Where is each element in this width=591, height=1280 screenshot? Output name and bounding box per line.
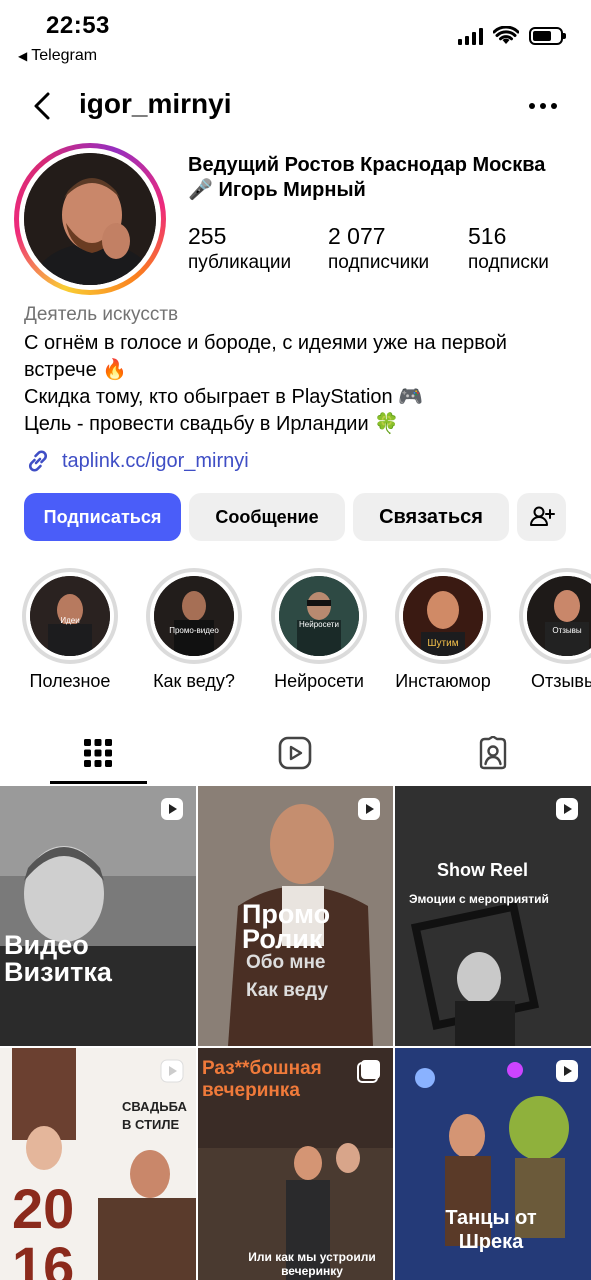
bio-line: Скидка тому, кто обыграет в PlayStation …: [24, 386, 424, 408]
profile-full-name: Ведущий Ростов Краснодар Москва 🎤 Игорь …: [188, 154, 546, 201]
post-thumbnail: [395, 786, 591, 1046]
stat-posts-value: 255: [188, 223, 227, 249]
highlight-cover-text: Нейросети: [299, 620, 339, 629]
carousel-badge-icon: [357, 1060, 380, 1083]
avatar-portrait-image: [24, 153, 156, 285]
post-thumbnail: [0, 786, 196, 1046]
profile-link-text: taplink.cc/igor_mirnyi: [62, 449, 249, 472]
bio-line: Цель - провести свадьбу в Ирландии 🍀: [24, 413, 400, 435]
tagged-icon: [479, 736, 507, 770]
stat-following[interactable]: 516 подписки: [468, 222, 591, 276]
reel-badge-icon: [556, 798, 578, 820]
post-title: Танцы от Шрека: [445, 1207, 537, 1253]
stat-posts-label: публикации: [188, 252, 292, 273]
post-subtitle: Эмоции с мероприятий: [409, 892, 549, 906]
highlight-label: Полезное: [29, 671, 111, 691]
more-options-icon[interactable]: [525, 94, 561, 118]
reel-badge-icon: [161, 798, 183, 820]
post-subtitle: Как веду: [246, 980, 329, 1001]
stat-following-label: подписки: [468, 252, 549, 273]
status-bar: 22:53 ◀ Telegram: [0, 0, 591, 76]
stat-followers[interactable]: 2 077 подписчики: [328, 222, 468, 276]
stat-followers-label: подписчики: [328, 252, 430, 273]
post-tile[interactable]: Show Reel Эмоции с мероприятий: [395, 786, 591, 1046]
profile-username: igor_mirnyi: [79, 88, 232, 119]
post-tile[interactable]: Раз**бошная вечеринка Или как мы устроил…: [198, 1048, 393, 1280]
stat-following-value: 516: [468, 223, 507, 249]
story-highlights: Идеи Полезное Промо-видео Как веду? Нейр…: [22, 568, 591, 698]
cellular-signal-icon: [458, 27, 483, 45]
highlight-cover: Нейросети: [279, 576, 359, 656]
grid-icon: [84, 739, 112, 767]
highlight-cover-text: Промо-видео: [169, 626, 219, 635]
post-tile[interactable]: Видео Визитка: [0, 786, 196, 1046]
post-subtitle: Обо мне: [246, 952, 326, 973]
profile-bio: С огнём в голосе и бороде, с идеями уже …: [24, 330, 574, 438]
avatar-story-ring[interactable]: [14, 143, 166, 295]
message-button[interactable]: Сообщение: [189, 493, 345, 541]
highlight-cover: Идеи: [30, 576, 110, 656]
highlight-cover: Промо-видео: [154, 576, 234, 656]
highlight-label: Отзывы: [531, 671, 591, 691]
profile-tabs: [0, 722, 591, 784]
highlight-neural[interactable]: Нейросети Нейросети: [271, 568, 367, 692]
avatar: [24, 153, 156, 285]
post-subtitle: Или как мы устроили вечеринку: [248, 1250, 376, 1278]
tab-posts-grid[interactable]: [50, 722, 146, 784]
tab-tagged[interactable]: [445, 722, 541, 784]
reel-badge-icon: [160, 1059, 184, 1083]
highlight-useful[interactable]: Идеи Полезное: [22, 568, 118, 692]
tab-reels[interactable]: [247, 722, 343, 784]
stat-posts[interactable]: 255 публикации: [188, 222, 328, 276]
highlight-label: Нейросети: [274, 671, 364, 691]
profile-stats: 255 публикации 2 077 подписчики 516 подп…: [188, 222, 591, 276]
highlight-how-i-host[interactable]: Промо-видео Как веду?: [146, 568, 242, 692]
post-title: Видео Визитка: [4, 930, 112, 987]
post-tile[interactable]: СВАДЬБА В СТИЛЕ 20 16: [0, 1048, 196, 1280]
back-triangle-icon: ◀: [18, 49, 28, 63]
suggested-users-button[interactable]: [517, 493, 566, 541]
profile-link[interactable]: taplink.cc/igor_mirnyi: [24, 447, 249, 475]
back-to-app-link[interactable]: ◀ Telegram: [18, 47, 97, 65]
post-title: 20 16: [12, 1177, 75, 1280]
posts-grid: Видео Визитка Промо Ролик Обо мне Как ве…: [0, 786, 591, 1280]
highlight-cover: Шутим: [403, 576, 483, 656]
reel-badge-icon: [358, 798, 380, 820]
back-app-label: Telegram: [31, 47, 98, 64]
contact-button[interactable]: Связаться: [353, 493, 509, 541]
status-time: 22:53: [46, 12, 110, 39]
reel-badge-icon: [556, 1060, 578, 1082]
link-icon: [28, 450, 48, 472]
post-subtitle: СВАДЬБА В СТИЛЕ: [122, 1099, 187, 1132]
profile-category: Деятель искусств: [24, 304, 179, 325]
stat-followers-value: 2 077: [328, 223, 386, 249]
active-tab-indicator: [50, 781, 147, 784]
status-icons: [458, 26, 566, 46]
post-title: Show Reel: [437, 860, 529, 880]
highlight-label: Как веду?: [153, 671, 235, 691]
highlight-reviews[interactable]: Отзывы Отзывы: [519, 568, 591, 692]
highlight-cover-text: Идеи: [60, 616, 80, 625]
highlight-insta-humor[interactable]: Шутим Инстаюмор: [395, 568, 491, 692]
highlight-label: Инстаюмор: [395, 671, 491, 691]
battery-icon: [529, 27, 566, 45]
bio-line: С огнём в голосе и бороде, с идеями уже …: [24, 332, 507, 381]
subscribe-button[interactable]: Подписаться: [24, 493, 181, 541]
highlight-cover-text: Отзывы: [552, 626, 582, 635]
highlight-cover-text: Шутим: [427, 638, 459, 649]
highlight-cover: Отзывы: [527, 576, 591, 656]
back-arrow-icon[interactable]: [28, 86, 58, 126]
post-tile[interactable]: Промо Ролик Обо мне Как веду: [198, 786, 393, 1046]
wifi-icon: [493, 26, 519, 44]
profile-header: igor_mirnyi: [0, 80, 591, 132]
add-user-icon: [529, 506, 555, 526]
profile-action-buttons: Подписаться Сообщение Связаться: [24, 493, 566, 541]
post-title: Промо Ролик: [242, 899, 331, 954]
post-tile[interactable]: Танцы от Шрека: [395, 1048, 591, 1280]
reels-icon: [278, 736, 312, 770]
